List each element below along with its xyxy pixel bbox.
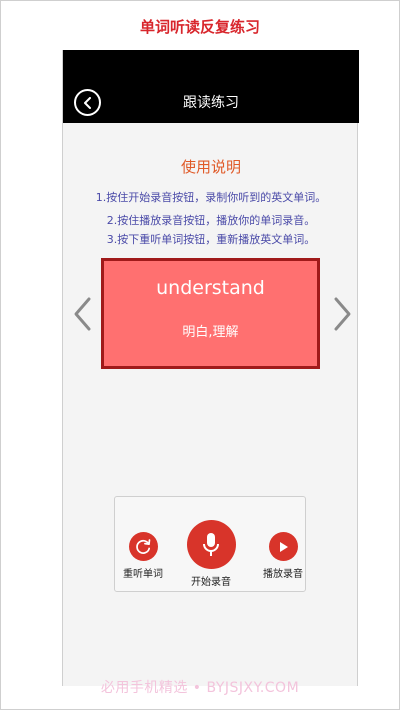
play-recording-button[interactable]: 播放录音 [259, 532, 307, 580]
start-record-label: 开始录音 [191, 577, 231, 588]
help-line-2: 2.按住播放录音按钮，播放你的单词录音。 [106, 214, 316, 227]
word-card[interactable]: understand 明白,理解 [101, 258, 320, 369]
help-line-3: 3.按下重听单词按钮，重新播放英文单词。 [106, 233, 316, 246]
next-word-button[interactable] [330, 296, 354, 332]
chevron-left-icon [74, 297, 91, 331]
help-title: 使用说明 [180, 158, 241, 176]
prev-word-button[interactable] [71, 296, 95, 332]
word-text: understand [156, 277, 265, 299]
microphone-icon [186, 520, 236, 569]
chevron-right-icon [334, 297, 351, 331]
page-title: 跟读练习 [183, 95, 239, 111]
control-panel: 重听单词 开始录音 播放录音 [114, 496, 306, 592]
replay-word-label: 重听单词 [123, 569, 163, 580]
replay-icon [128, 532, 158, 561]
play-icon [268, 532, 298, 561]
help-line-1: 1.按住开始录音按钮，录制你听到的英文单词。 [95, 191, 327, 204]
word-meaning: 明白,理解 [182, 325, 239, 340]
play-recording-label: 播放录音 [263, 569, 303, 580]
replay-word-button[interactable]: 重听单词 [119, 532, 167, 580]
start-record-button[interactable]: 开始录音 [185, 520, 237, 588]
top-bar: 跟读练习 [63, 50, 359, 123]
watermark: 必用手机精选 • BYJSJXY.COM [100, 680, 300, 696]
phone-screen: 跟读练习 使用说明 1.按住开始录音按钮，录制你听到的英文单词。 2.按住播放录… [62, 50, 359, 686]
page-caption: 单词听读反复练习 [139, 18, 260, 36]
